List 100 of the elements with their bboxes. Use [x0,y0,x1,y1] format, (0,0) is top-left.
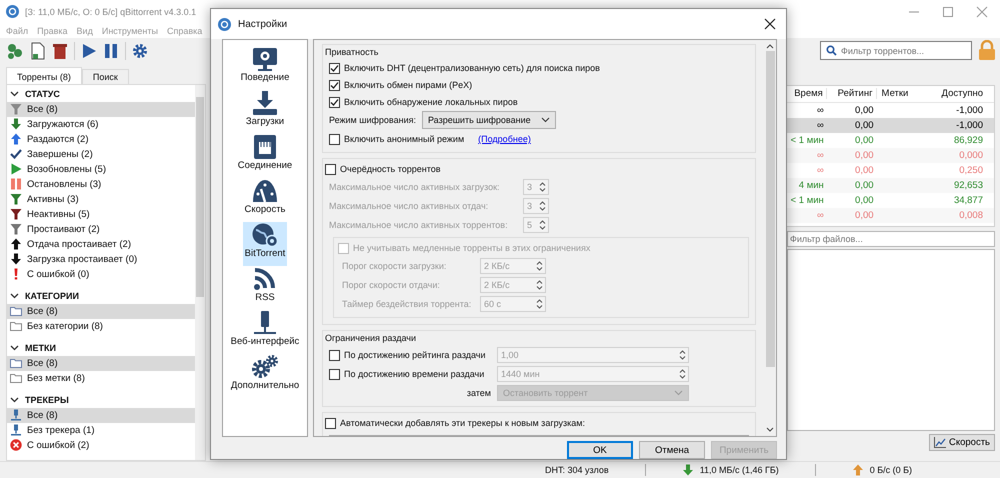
dialog-button[interactable]: OK [567,441,633,459]
port-icon [251,134,279,160]
folder-icon [10,320,22,332]
spin-arrows-icon [539,181,546,193]
up-icon [10,133,22,146]
sidebar-item[interactable]: Отдача простаивает (2) [7,236,195,252]
option-checkbox[interactable]: Включить DHT (децентрализованную сеть) для поиска пиров [329,60,749,76]
table-row[interactable]: 4 мин 0,00 92,653 [787,178,994,193]
caret-icon [540,117,550,123]
sidebar-item[interactable]: Неактивны (5) [7,206,195,222]
section-title: СТАТУС [25,88,60,99]
table-row[interactable]: ∞ 0,00 -1,000 [787,102,994,118]
sidebar-item[interactable]: Простаивают (2) [7,222,195,237]
field-label: Режим шифрования: [329,115,416,125]
field-label: Таймер бездействия торрента: [342,299,472,309]
scroll-down-icon[interactable] [766,427,774,433]
chevron-icon[interactable] [10,291,19,300]
sidebar-item[interactable]: Все (8) [7,356,195,371]
column-header[interactable]: Доступно [924,88,986,100]
close-icon[interactable] [764,18,776,30]
encryption-dropdown[interactable]: Разрешить шифрование [422,111,556,129]
add-torrent-icon[interactable] [6,42,24,60]
filter-icon [10,208,22,220]
sidebar-item[interactable]: Остановлены (3) [7,176,195,192]
sidebar-item[interactable]: С ошибкой (2) [7,438,195,453]
download-speed: 11,0 МБ/с (1,46 ГБ) [700,465,779,476]
sidebar-item[interactable]: Без трекера (1) [7,422,195,438]
settings-nav-item[interactable]: Веб-интерфейс [228,310,302,354]
column-header[interactable]: Метки [876,88,924,100]
settings-nav-item[interactable]: Загрузки [244,90,286,134]
play-icon [10,163,22,176]
file-filter-field[interactable]: Фильтр файлов... [787,230,995,247]
spin-arrows-icon [536,279,543,291]
sidebar-item[interactable]: Завершены (2) [7,146,195,162]
scrollbar[interactable] [195,84,205,460]
window-title: [З: 11,0 МБ/с, О: 0 Б/с] qBittorrent v4.3.0.1 [25,6,196,17]
spin-arrows-icon [679,349,686,361]
down-icon [10,253,22,266]
section-title: МЕТКИ [25,342,56,353]
sidebar-item[interactable]: Активны (3) [7,192,195,207]
scroll-up-icon[interactable] [766,43,774,49]
sidebar-tab[interactable]: Торренты (8) [6,66,82,84]
more-info-link[interactable]: (Подробнее) [478,134,531,144]
globe-icon [251,222,279,248]
section-title: ТРЕКЕРЫ [25,394,69,405]
spin-arrows-icon [536,260,543,272]
table-row[interactable]: < 1 мин 0,00 34,877 [787,192,994,208]
sidebar-item[interactable]: Все (8) [7,408,195,423]
chevron-icon[interactable] [10,395,19,404]
caret-icon [674,390,683,396]
option-checkbox[interactable]: Включить обмен пирами (PeX) [329,77,749,93]
folder-icon [10,305,22,318]
field-label: Максимальное число активных загрузок: [329,182,501,192]
spin-arrows-icon [539,200,546,212]
chart-icon [934,437,946,448]
torrent-filter-field[interactable]: Фильтр торрентов... [820,41,972,60]
settings-icon[interactable] [132,42,148,59]
option-checkbox[interactable]: Включить обнаружение локальных пиров [329,94,749,110]
sidebar-item[interactable]: Возобновлены (5) [7,162,195,177]
settings-nav-item[interactable]: Поведение [238,46,292,90]
speed-button[interactable]: Скорость [928,434,995,452]
sidebar-item[interactable]: Без метки (8) [7,370,195,386]
spin-arrows-icon [536,298,543,310]
sidebar-item[interactable]: Раздаются (2) [7,132,195,147]
sidebar-item[interactable]: Загрузка простаивает (0) [7,252,195,267]
sidebar-item[interactable]: Все (8) [7,304,195,319]
settings-nav-item[interactable]: Скорость [242,178,288,222]
table-row[interactable]: < 1 мин 0,00 86,929 [787,132,994,148]
field-label: Максимальное число активных торрентов: [329,220,509,230]
field-label: Порог скорости загрузки: [342,261,448,271]
trash-icon[interactable] [52,42,68,60]
spin-arrows-icon [539,219,546,231]
sidebar-item[interactable]: Без категории (8) [7,318,195,334]
settings-nav-item[interactable]: BitTorrent [242,222,288,266]
dialog-button[interactable]: Отмена [639,441,705,459]
down-icon [10,118,22,130]
settings-nav-item[interactable]: Соединение [236,134,294,178]
pause-icon [10,178,22,190]
app-logo-icon [6,5,19,18]
up-icon [10,238,22,250]
chevron-icon[interactable] [10,89,19,98]
column-header[interactable]: Рейтинг [826,88,877,100]
chevron-icon[interactable] [10,343,19,352]
check-icon [10,148,22,160]
field-label: Максимальное число активных отдач: [329,201,490,211]
play-icon[interactable] [81,42,97,60]
sidebar-item[interactable]: Все (8) [7,102,195,117]
group-title: Ограничения раздачи [325,333,417,343]
pause-icon[interactable] [103,42,119,60]
maximize-icon[interactable] [942,6,954,18]
sidebar-item[interactable]: Загружаются (6) [7,116,195,132]
queue-checkbox[interactable]: Очерёдность торрентов [325,161,749,177]
table-row[interactable]: ∞ 0,00 -1,000 [787,118,994,133]
sidebar-item[interactable]: С ошибкой (0) [7,266,195,282]
field-label: Порог скорости отдачи: [342,280,441,290]
sidebar-tab[interactable]: Поиск [82,68,129,84]
new-file-icon[interactable] [30,42,46,60]
settings-nav-item[interactable]: RSS [249,266,281,310]
settings-nav-item[interactable]: Дополнительно [228,354,302,398]
option-checkbox[interactable]: Включить анонимный режим [329,131,464,147]
